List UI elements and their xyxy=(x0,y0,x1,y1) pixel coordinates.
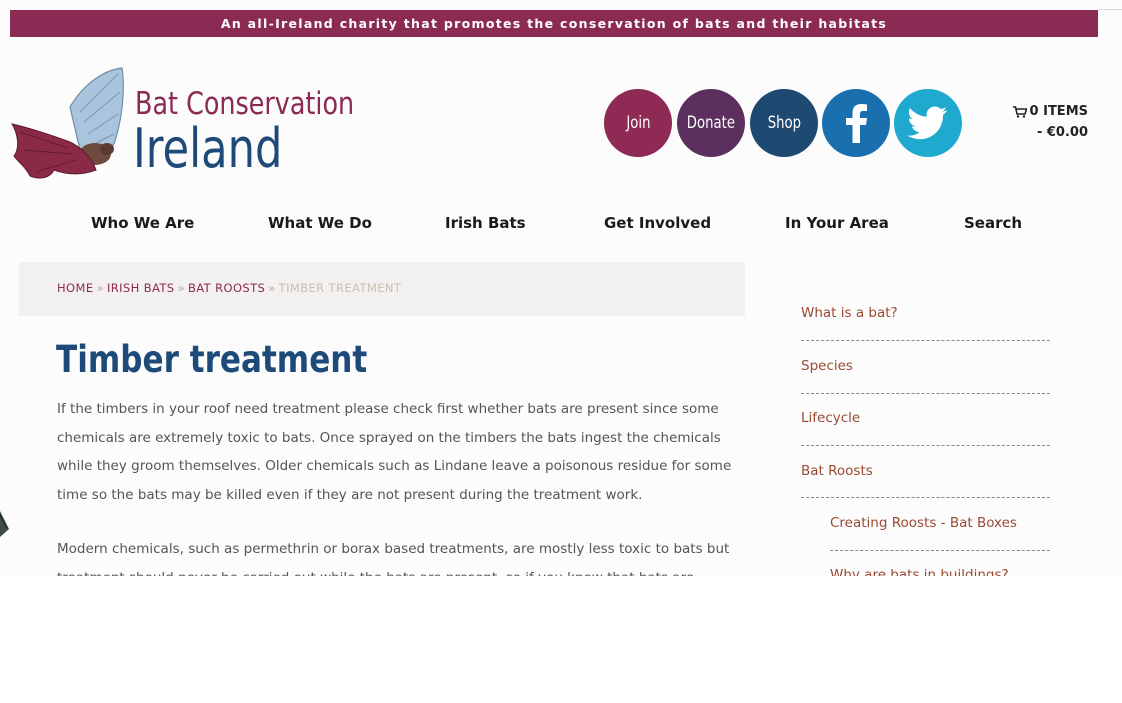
sidebar-divider xyxy=(801,497,1050,498)
twitter-icon xyxy=(908,106,947,140)
sidebar-subitem-why-are-bats-in-buildings[interactable]: Why are bats in buildings? xyxy=(830,567,1009,576)
browser-viewport: An all-Ireland charity that promotes the… xyxy=(0,0,1122,576)
breadcrumb-irish-bats[interactable]: IRISH BATS xyxy=(107,281,175,295)
paragraph-line: treatment should never be carried out wh… xyxy=(57,564,737,576)
cart-total: - €0.00 xyxy=(1036,125,1088,140)
paragraph-line: while they groom themselves. Older chemi… xyxy=(57,458,732,475)
cart-items-count: 0 ITEMS xyxy=(1029,104,1088,119)
sidebar-item-species[interactable]: Species xyxy=(801,358,853,374)
paragraph-line: chemicals are extremely toxic to bats. O… xyxy=(57,429,721,446)
paragraph-line: time so the bats may be killed even if t… xyxy=(57,487,643,504)
cart-items-row: 0 ITEMS xyxy=(1008,101,1088,122)
decorative-edge-shape xyxy=(0,511,9,537)
facebook-button[interactable] xyxy=(822,89,890,157)
breadcrumb-separator: » xyxy=(177,281,185,295)
join-button[interactable]: Join xyxy=(604,89,672,157)
shop-label: Shop xyxy=(767,113,801,133)
page-title: Timber treatment xyxy=(56,338,368,381)
breadcrumb-bat-roosts[interactable]: BAT ROOSTS xyxy=(188,281,265,295)
sidebar-divider xyxy=(801,393,1050,394)
nav-item-irish-bats[interactable]: Irish Bats xyxy=(445,214,526,232)
cart-summary[interactable]: 0 ITEMS - €0.00 xyxy=(1008,101,1088,143)
twitter-button[interactable] xyxy=(894,89,962,157)
breadcrumb-current: TIMBER TREATMENT xyxy=(278,281,402,295)
paragraph-line: If the timbers in your roof need treatme… xyxy=(57,401,719,417)
nav-item-in-your-area[interactable]: In Your Area xyxy=(785,214,889,232)
breadcrumb-separator: » xyxy=(96,281,104,295)
nav-item-get-involved[interactable]: Get Involved xyxy=(604,214,711,232)
facebook-icon xyxy=(846,104,867,143)
sidebar-item-lifecycle[interactable]: Lifecycle xyxy=(801,410,860,426)
join-label: Join xyxy=(625,113,651,133)
breadcrumb-separator: » xyxy=(268,281,276,295)
donate-button[interactable]: Donate xyxy=(677,89,745,157)
cart-icon xyxy=(1012,105,1027,118)
breadcrumb: HOME» IRISH BATS» BAT ROOSTS» TIMBER TREATM… xyxy=(57,281,401,295)
logo-text-line2: Ireland xyxy=(133,117,283,180)
nav-item-what-we-do[interactable]: What We Do xyxy=(268,214,372,232)
nav-item-search[interactable]: Search xyxy=(964,214,1022,232)
sidebar-item-what-is-a-bat[interactable]: What is a bat? xyxy=(801,305,898,321)
top-divider xyxy=(1098,9,1122,10)
tagline-bar: An all-Ireland charity that promotes the… xyxy=(10,10,1098,37)
nav-item-who-we-are[interactable]: Who We Are xyxy=(91,214,194,232)
donate-label: Donate xyxy=(686,113,736,133)
shop-button[interactable]: Shop xyxy=(750,89,818,157)
body-paragraph-1: If the timbers in your roof need treatme… xyxy=(57,395,737,510)
sidebar-divider xyxy=(830,550,1050,551)
paragraph-line: Modern chemicals, such as permethrin or … xyxy=(57,541,730,557)
body-paragraph-2: Modern chemicals, such as permethrin or … xyxy=(57,535,737,576)
breadcrumb-home[interactable]: HOME xyxy=(57,281,94,295)
sidebar-divider xyxy=(801,340,1050,341)
sidebar-divider xyxy=(801,445,1050,446)
sidebar-subitem-creating-roosts[interactable]: Creating Roosts - Bat Boxes xyxy=(830,515,1017,531)
sidebar-item-bat-roosts[interactable]: Bat Roosts xyxy=(801,463,873,479)
